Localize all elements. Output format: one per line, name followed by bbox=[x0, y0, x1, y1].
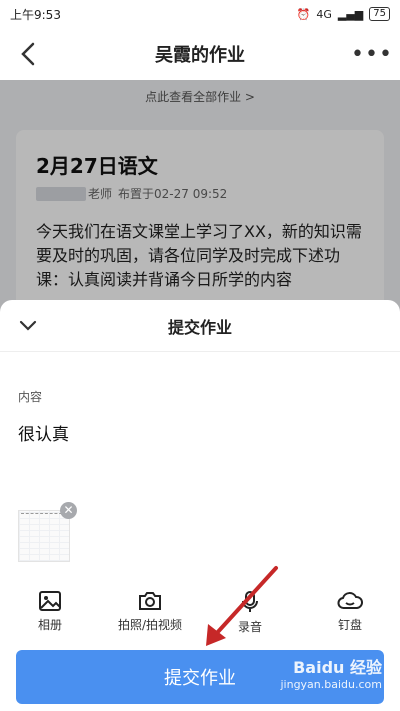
battery-icon: 75 bbox=[369, 7, 390, 21]
tool-record[interactable]: 录音 bbox=[200, 590, 300, 642]
content-input[interactable]: 很认真 bbox=[18, 420, 69, 445]
submit-button[interactable]: 提交作业 bbox=[16, 650, 384, 704]
chevron-left-icon bbox=[21, 42, 35, 66]
microphone-icon bbox=[242, 591, 258, 612]
page-title: 吴霞的作业 bbox=[155, 45, 245, 66]
sheet-header: 提交作业 bbox=[0, 300, 400, 352]
signal-icon: ▂▄▆ bbox=[337, 7, 364, 21]
tool-dingpan[interactable]: 钉盘 bbox=[300, 590, 400, 642]
remove-attachment-button[interactable]: ✕ bbox=[60, 502, 77, 519]
tool-camera[interactable]: 拍照/拍视频 bbox=[100, 590, 200, 642]
sheet-title: 提交作业 bbox=[167, 317, 232, 337]
alarm-icon: ⏰ bbox=[296, 7, 311, 21]
network-label: 4G bbox=[316, 7, 332, 21]
tool-album[interactable]: 相册 bbox=[0, 590, 100, 642]
content-label: 内容 bbox=[18, 390, 43, 404]
app-header: 吴霞的作业 ••• bbox=[0, 28, 400, 80]
tool-album-label: 相册 bbox=[37, 618, 62, 632]
image-icon bbox=[39, 591, 61, 611]
cloud-icon bbox=[337, 592, 363, 609]
collapse-button[interactable] bbox=[0, 300, 56, 352]
status-bar: 上午9:53 ⏰ 4G ▂▄▆ 75 bbox=[0, 0, 400, 28]
modal-overlay[interactable] bbox=[0, 80, 400, 320]
tool-camera-label: 拍照/拍视频 bbox=[117, 618, 183, 632]
tool-record-label: 录音 bbox=[237, 620, 262, 634]
status-icons: ⏰ 4G ▂▄▆ 75 bbox=[297, 7, 390, 21]
status-time: 上午9:53 bbox=[10, 7, 61, 22]
attachment-thumbnail[interactable] bbox=[18, 510, 70, 562]
more-dots-icon: ••• bbox=[351, 41, 393, 67]
close-icon: ✕ bbox=[63, 503, 74, 517]
chevron-down-icon bbox=[19, 320, 37, 331]
submit-sheet: 提交作业 内容 很认真 ✕ 相册 拍照/拍视频 录音 钉盘 提交作业 bbox=[0, 300, 400, 711]
camera-icon bbox=[139, 592, 161, 610]
tool-dingpan-label: 钉盘 bbox=[337, 618, 362, 632]
more-button[interactable]: ••• bbox=[344, 28, 400, 80]
attachment-toolbar: 相册 拍照/拍视频 录音 钉盘 bbox=[0, 590, 400, 642]
back-button[interactable] bbox=[0, 28, 56, 80]
